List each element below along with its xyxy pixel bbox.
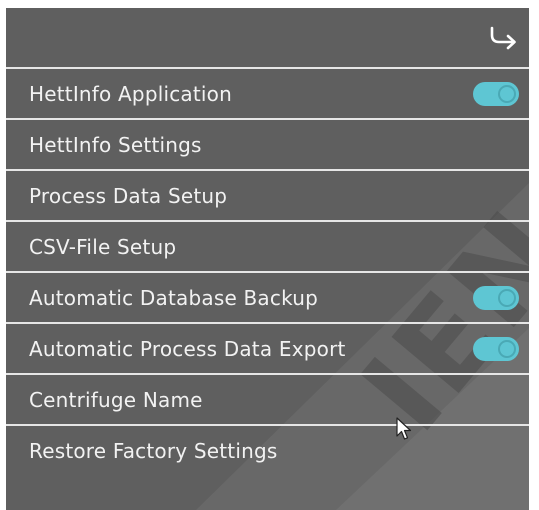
automatic-process-data-export-toggle[interactable] bbox=[473, 336, 519, 361]
menu-item-label: Restore Factory Settings bbox=[29, 439, 278, 463]
menu-item-restore-factory-settings[interactable]: Restore Factory Settings bbox=[6, 424, 529, 476]
hettinfo-application-toggle[interactable] bbox=[473, 81, 519, 106]
back-button[interactable] bbox=[483, 22, 523, 54]
return-arrow-icon bbox=[490, 26, 516, 50]
header-bar bbox=[6, 8, 529, 68]
menu-item-automatic-database-backup[interactable]: Automatic Database Backup bbox=[6, 271, 529, 322]
settings-menu: HettInfo Application HettInfo Settings P… bbox=[6, 67, 529, 476]
menu-item-label: Automatic Database Backup bbox=[29, 285, 319, 310]
menu-item-centrifuge-name[interactable]: Centrifuge Name bbox=[6, 373, 529, 424]
menu-item-csv-file-setup[interactable]: CSV-File Setup bbox=[6, 220, 529, 271]
menu-item-label: Centrifuge Name bbox=[29, 387, 203, 412]
menu-item-hettinfo-application[interactable]: HettInfo Application bbox=[6, 67, 529, 118]
menu-item-label: CSV-File Setup bbox=[29, 234, 177, 259]
menu-item-hettinfo-settings[interactable]: HettInfo Settings bbox=[6, 118, 529, 169]
toggle-knob bbox=[498, 288, 516, 307]
automatic-database-backup-toggle[interactable] bbox=[473, 285, 519, 310]
menu-item-automatic-process-data-export[interactable]: Automatic Process Data Export bbox=[6, 322, 529, 373]
menu-item-label: Process Data Setup bbox=[29, 183, 228, 208]
toggle-knob bbox=[498, 339, 516, 358]
toggle-knob bbox=[498, 84, 516, 103]
menu-item-label: HettInfo Settings bbox=[29, 132, 202, 157]
menu-item-label: Automatic Process Data Export bbox=[29, 336, 346, 361]
menu-item-process-data-setup[interactable]: Process Data Setup bbox=[6, 169, 529, 220]
menu-item-label: HettInfo Application bbox=[29, 81, 232, 106]
settings-screen: IEN HettInfo Application HettInfo Settin… bbox=[6, 8, 529, 510]
